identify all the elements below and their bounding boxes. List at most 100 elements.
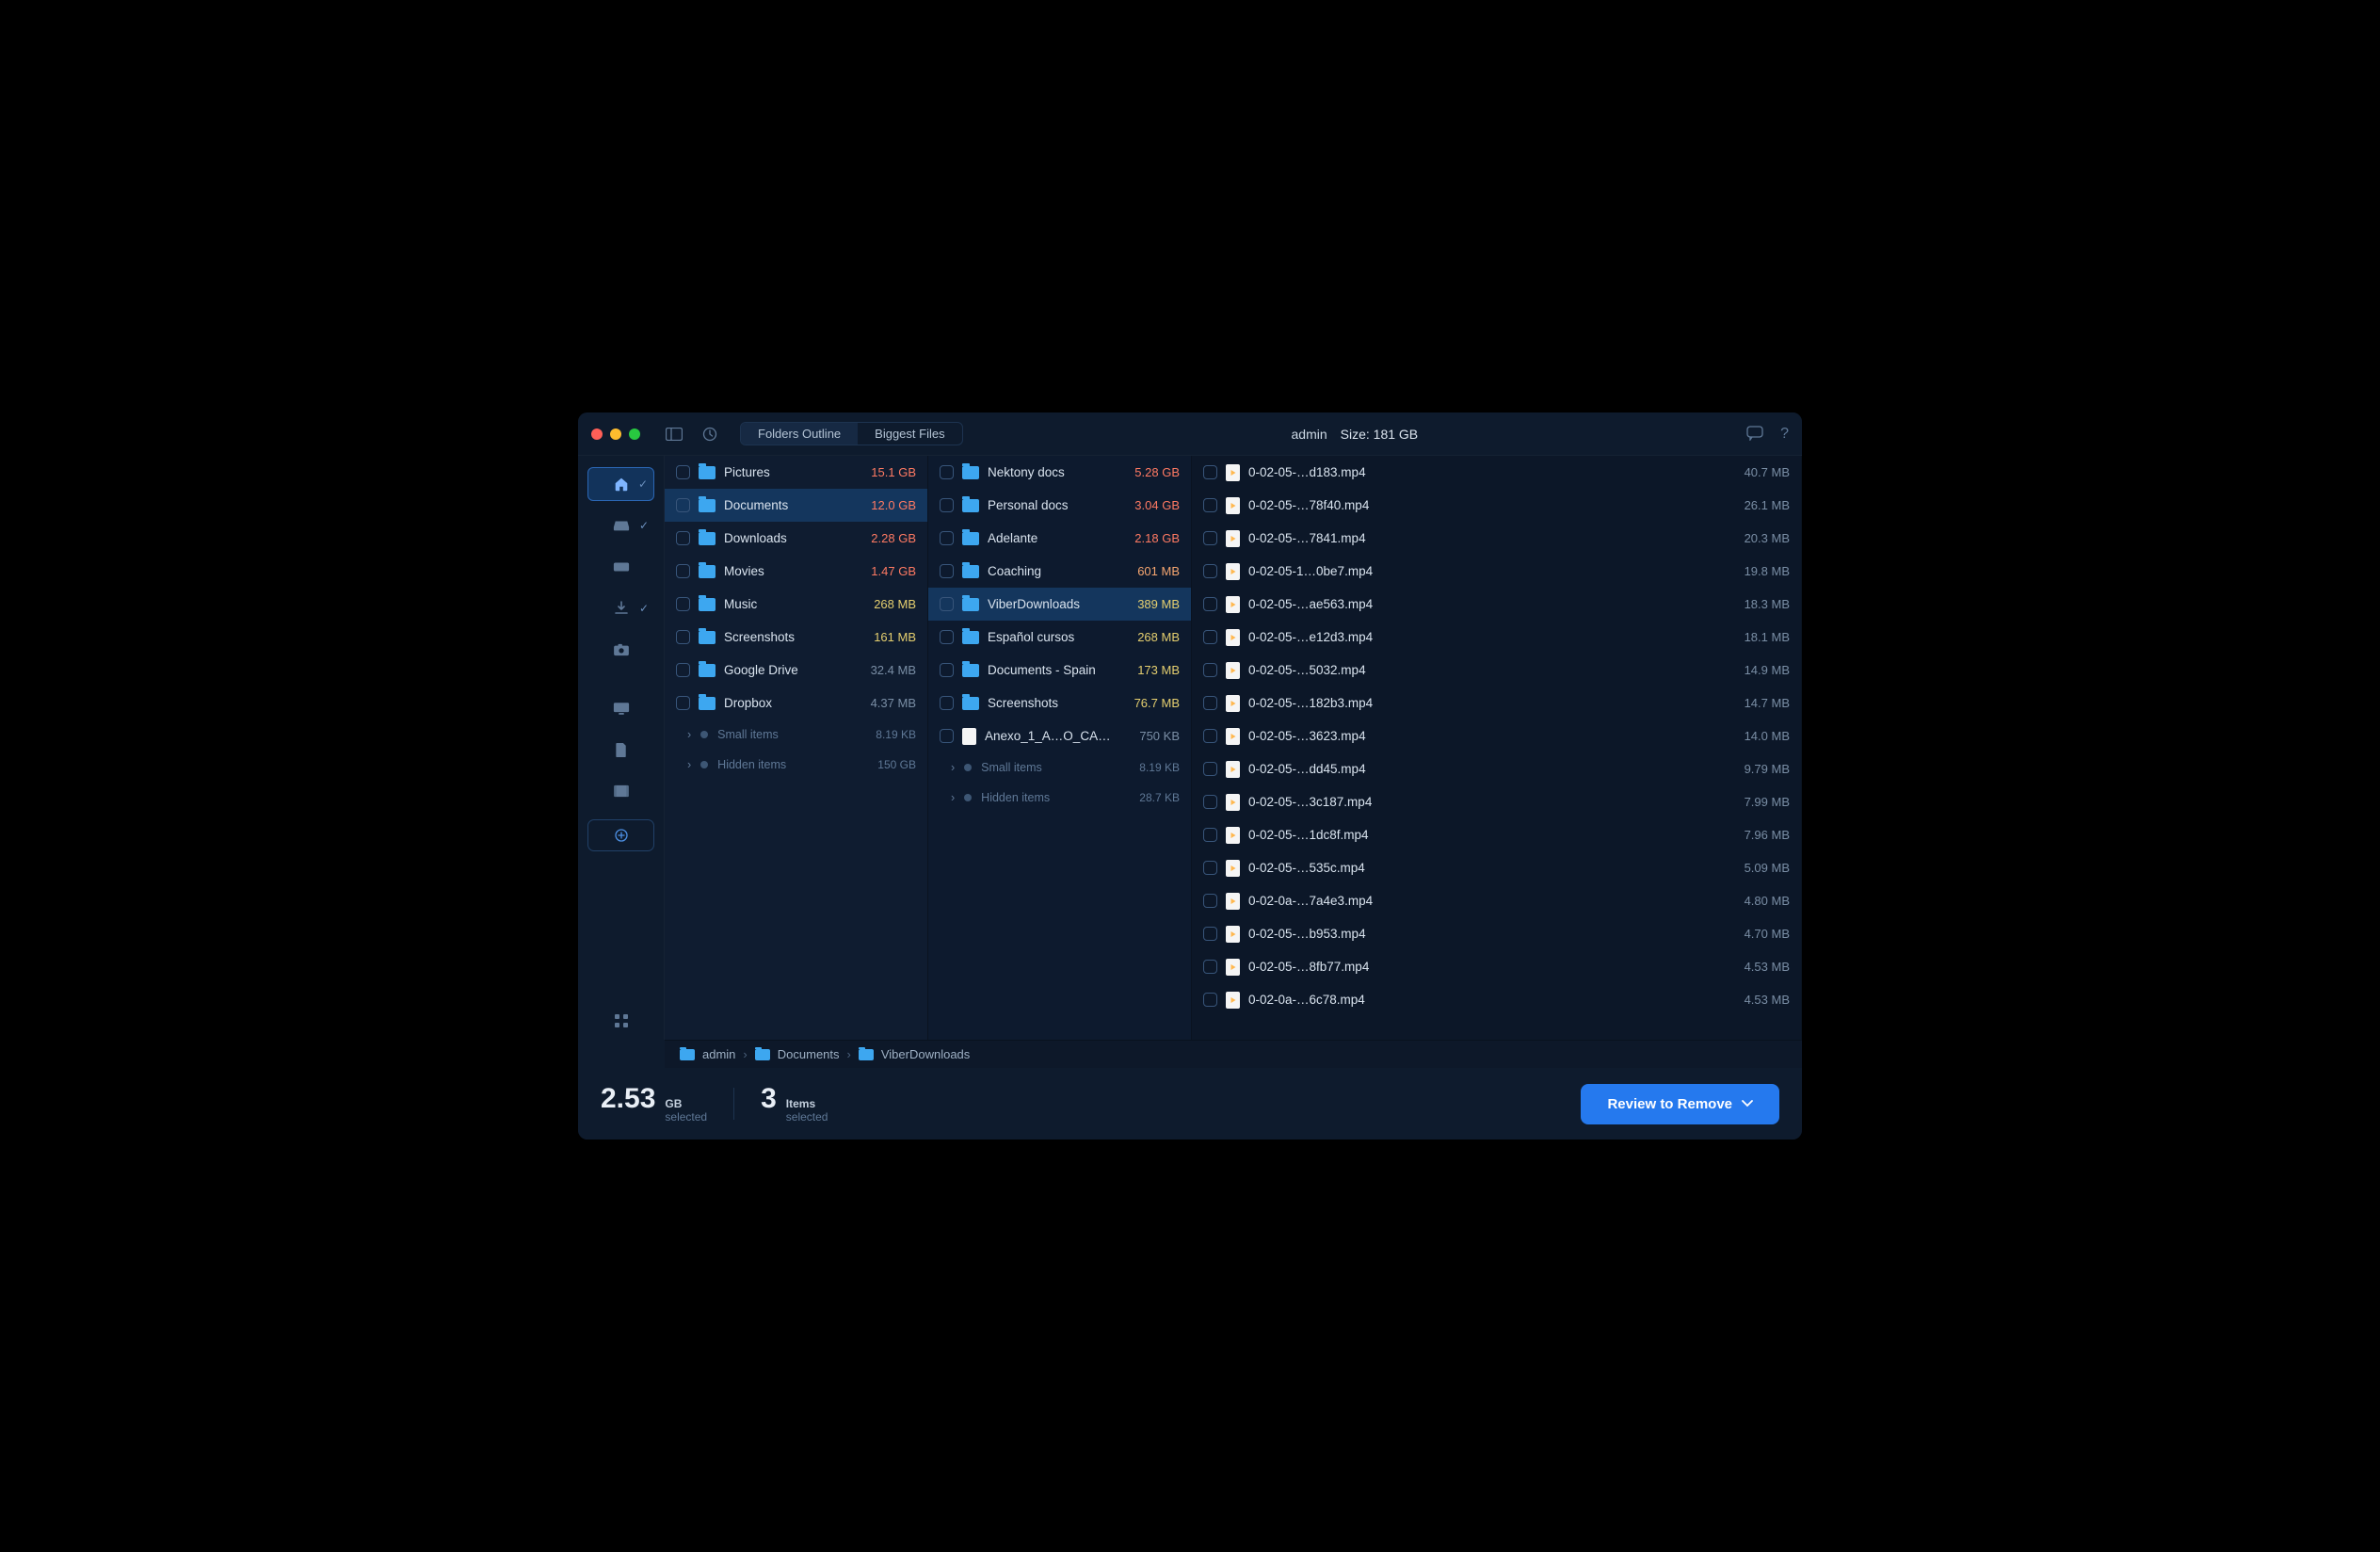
history-icon[interactable]	[697, 423, 723, 445]
list-row[interactable]: 0-02-05-…d183.mp440.7 MB	[1192, 456, 1801, 489]
select-checkbox[interactable]	[940, 564, 954, 578]
toggle-sidebar-button[interactable]	[661, 423, 687, 445]
stat-size-value: 2.53	[601, 1083, 655, 1115]
select-checkbox[interactable]	[940, 597, 954, 611]
select-checkbox[interactable]	[1203, 630, 1217, 644]
close-window-button[interactable]	[591, 428, 603, 440]
list-row[interactable]: Documents - Spain173 MB	[928, 654, 1191, 687]
list-row[interactable]: Google Drive32.4 MB	[665, 654, 927, 687]
list-row[interactable]: 0-02-05-…7841.mp420.3 MB	[1192, 522, 1801, 555]
summary-row[interactable]: ›Small items8.19 KB	[928, 752, 1191, 783]
select-checkbox[interactable]	[676, 597, 690, 611]
list-row[interactable]: 0-02-05-…3c187.mp47.99 MB	[1192, 785, 1801, 818]
stat-size-unit: GB	[665, 1098, 707, 1111]
sidebar-home[interactable]: ✓	[587, 467, 654, 501]
select-checkbox[interactable]	[1203, 993, 1217, 1007]
breadcrumb-item[interactable]: ViberDownloads	[881, 1047, 970, 1061]
seg-folders-outline[interactable]: Folders Outline	[741, 423, 858, 445]
list-row[interactable]: 0-02-05-…5032.mp414.9 MB	[1192, 654, 1801, 687]
list-row[interactable]: Adelante2.18 GB	[928, 522, 1191, 555]
select-checkbox[interactable]	[1203, 795, 1217, 809]
select-checkbox[interactable]	[1203, 861, 1217, 875]
sidebar-disk2[interactable]	[587, 550, 654, 584]
select-checkbox[interactable]	[676, 465, 690, 479]
list-row[interactable]: 0-02-05-…dd45.mp49.79 MB	[1192, 752, 1801, 785]
sidebar-document[interactable]	[587, 733, 654, 767]
summary-row[interactable]: ›Hidden items28.7 KB	[928, 783, 1191, 813]
select-checkbox[interactable]	[1203, 762, 1217, 776]
select-checkbox[interactable]	[1203, 696, 1217, 710]
sidebar-grid-button[interactable]	[587, 1013, 654, 1028]
summary-row[interactable]: ›Hidden items150 GB	[665, 750, 927, 780]
select-checkbox[interactable]	[676, 696, 690, 710]
minimize-window-button[interactable]	[610, 428, 621, 440]
select-checkbox[interactable]	[1203, 564, 1217, 578]
list-row[interactable]: 0-02-0a-…6c78.mp44.53 MB	[1192, 983, 1801, 1016]
breadcrumb-item[interactable]: admin	[702, 1047, 735, 1061]
list-row[interactable]: 0-02-05-…78f40.mp426.1 MB	[1192, 489, 1801, 522]
select-checkbox[interactable]	[940, 663, 954, 677]
select-checkbox[interactable]	[1203, 927, 1217, 941]
breadcrumb-item[interactable]: Documents	[778, 1047, 840, 1061]
select-checkbox[interactable]	[940, 465, 954, 479]
select-checkbox[interactable]	[940, 696, 954, 710]
list-row[interactable]: 0-02-05-…535c.mp45.09 MB	[1192, 851, 1801, 884]
select-checkbox[interactable]	[940, 498, 954, 512]
select-checkbox[interactable]	[940, 531, 954, 545]
summary-row[interactable]: ›Small items8.19 KB	[665, 719, 927, 750]
add-source-button[interactable]	[587, 819, 654, 851]
select-checkbox[interactable]	[940, 729, 954, 743]
select-checkbox[interactable]	[1203, 828, 1217, 842]
sidebar-monitor[interactable]	[587, 691, 654, 725]
list-row[interactable]: 0-02-05-…8fb77.mp44.53 MB	[1192, 950, 1801, 983]
list-row[interactable]: ViberDownloads389 MB	[928, 588, 1191, 621]
sidebar-camera[interactable]	[587, 633, 654, 667]
list-row[interactable]: Movies1.47 GB	[665, 555, 927, 588]
list-row[interactable]: Music268 MB	[665, 588, 927, 621]
select-checkbox[interactable]	[1203, 729, 1217, 743]
list-row[interactable]: 0-02-05-…e12d3.mp418.1 MB	[1192, 621, 1801, 654]
help-icon[interactable]: ?	[1780, 426, 1789, 443]
list-row[interactable]: 0-02-0a-…7a4e3.mp44.80 MB	[1192, 884, 1801, 917]
sidebar-drive[interactable]: ✓	[587, 509, 654, 542]
summary-name: Small items	[717, 728, 866, 741]
review-to-remove-button[interactable]: Review to Remove	[1581, 1084, 1779, 1124]
select-checkbox[interactable]	[676, 630, 690, 644]
select-checkbox[interactable]	[1203, 498, 1217, 512]
select-checkbox[interactable]	[676, 564, 690, 578]
list-row[interactable]: 0-02-05-…1dc8f.mp47.96 MB	[1192, 818, 1801, 851]
list-row[interactable]: Screenshots76.7 MB	[928, 687, 1191, 719]
list-row[interactable]: Downloads2.28 GB	[665, 522, 927, 555]
folder-icon	[699, 664, 716, 677]
select-checkbox[interactable]	[676, 663, 690, 677]
select-checkbox[interactable]	[1203, 465, 1217, 479]
select-checkbox[interactable]	[1203, 894, 1217, 908]
list-row[interactable]: Nektony docs5.28 GB	[928, 456, 1191, 489]
list-row[interactable]: Personal docs3.04 GB	[928, 489, 1191, 522]
list-row[interactable]: 0-02-05-…182b3.mp414.7 MB	[1192, 687, 1801, 719]
list-row[interactable]: Coaching601 MB	[928, 555, 1191, 588]
select-checkbox[interactable]	[1203, 663, 1217, 677]
select-checkbox[interactable]	[1203, 960, 1217, 974]
list-row[interactable]: Anexo_1_A…O_CAS.pdf750 KB	[928, 719, 1191, 752]
feedback-icon[interactable]	[1746, 426, 1763, 443]
sidebar-downloads[interactable]: ✓	[587, 591, 654, 625]
list-row[interactable]: Dropbox4.37 MB	[665, 687, 927, 719]
select-checkbox[interactable]	[676, 531, 690, 545]
list-row[interactable]: Screenshots161 MB	[665, 621, 927, 654]
list-row[interactable]: Documents12.0 GB	[665, 489, 927, 522]
list-row[interactable]: 0-02-05-…b953.mp44.70 MB	[1192, 917, 1801, 950]
list-row[interactable]: 0-02-05-1…0be7.mp419.8 MB	[1192, 555, 1801, 588]
list-row[interactable]: 0-02-05-…3623.mp414.0 MB	[1192, 719, 1801, 752]
select-checkbox[interactable]	[940, 630, 954, 644]
list-row[interactable]: Español cursos268 MB	[928, 621, 1191, 654]
select-checkbox[interactable]	[1203, 531, 1217, 545]
maximize-window-button[interactable]	[629, 428, 640, 440]
list-row[interactable]: 0-02-05-…ae563.mp418.3 MB	[1192, 588, 1801, 621]
select-checkbox[interactable]	[1203, 597, 1217, 611]
list-row[interactable]: Pictures15.1 GB	[665, 456, 927, 489]
seg-biggest-files[interactable]: Biggest Files	[858, 423, 961, 445]
pdf-file-icon	[962, 728, 976, 745]
select-checkbox[interactable]	[676, 498, 690, 512]
sidebar-video[interactable]	[587, 774, 654, 808]
